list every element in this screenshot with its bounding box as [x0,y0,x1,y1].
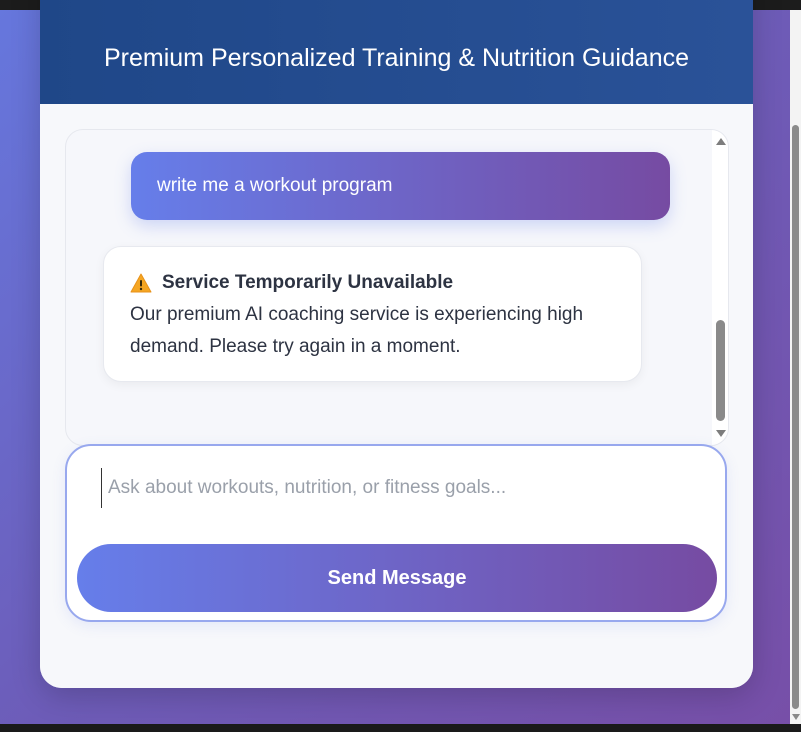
page-subtitle: Premium Personalized Training & Nutritio… [104,44,689,72]
card-header: Your Elite AI Fitness Coach Premium Pers… [40,0,753,104]
page-scroll-down-arrow-icon[interactable] [792,714,800,720]
chat-scrollbar-thumb[interactable] [716,320,725,421]
bot-message-title: Service Temporarily Unavailable [162,272,454,293]
send-message-button[interactable]: Send Message [77,544,717,612]
chat-messages-panel[interactable]: write me a workout program Service Tempo… [65,129,729,446]
message-composer: Send Message [65,444,727,622]
user-message-bubble: write me a workout program [131,152,670,220]
chat-scroll-down-arrow-icon[interactable] [716,430,726,437]
browser-viewport: Your Elite AI Fitness Coach Premium Pers… [0,0,801,732]
window-bottom-strip [0,724,801,732]
page-scrollbar-thumb[interactable] [792,125,799,709]
coach-card: Your Elite AI Fitness Coach Premium Pers… [40,0,753,688]
card-body: write me a workout program Service Tempo… [40,104,753,688]
chat-scrollbar[interactable] [712,130,728,445]
bot-message-bubble: Service Temporarily Unavailable Our prem… [103,246,642,382]
message-input[interactable] [101,468,688,508]
page-scrollbar[interactable] [790,10,801,724]
page-title: Your Elite AI Fitness Coach [40,0,753,10]
bot-message-text: Our premium AI coaching service is exper… [130,304,584,357]
chat-scroll-up-arrow-icon[interactable] [716,138,726,145]
warning-icon [130,273,152,293]
bot-message-title-row: Service Temporarily Unavailable [130,269,615,297]
